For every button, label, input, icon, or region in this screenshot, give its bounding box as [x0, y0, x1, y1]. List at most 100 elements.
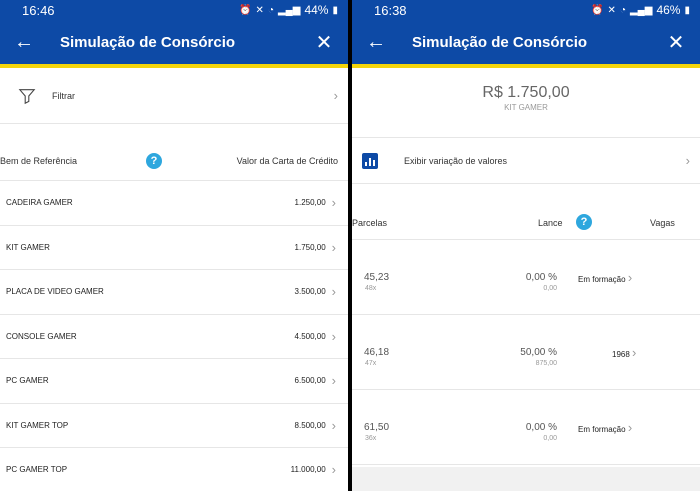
battery-icon: ▮: [332, 4, 338, 16]
item-value: 8.500,00: [294, 420, 326, 430]
status-time: 16:46: [22, 2, 55, 18]
column-header-lance: Lance: [538, 218, 563, 228]
status-icons: ⏰ ✕ ◔ ▂▄▆ 44% ▮: [239, 3, 338, 17]
item-name: CONSOLE GAMER: [6, 331, 77, 341]
signal-icon: ▂▄▆: [277, 4, 301, 16]
table-row[interactable]: 61,50 36x 0,00 % 0,00 Em formação ›: [352, 390, 700, 465]
column-header-reference: Bem de Referência: [0, 156, 78, 166]
chevron-right-icon: ›: [331, 373, 336, 389]
chevron-right-icon: ›: [331, 328, 336, 344]
chevron-right-icon: ›: [627, 270, 633, 285]
chevron-right-icon: ›: [331, 284, 336, 300]
installment-list: 45,23 48x 0,00 % 0,00 Em formação › 46,1…: [352, 240, 700, 465]
funnel-icon: [18, 88, 36, 104]
list-item[interactable]: KIT GAMER TOP 8.500,00 ›: [0, 404, 348, 448]
bid-value: 875,00: [535, 360, 557, 367]
list-item[interactable]: CONSOLE GAMER 4.500,00 ›: [0, 315, 348, 359]
bid-percent: 50,00 %: [520, 347, 557, 358]
signal-icon: ▂▄▆: [629, 4, 653, 16]
bid-value: 0,00: [543, 285, 557, 292]
column-header-credit-value: Valor da Carta de Crédito: [236, 156, 338, 166]
chevron-right-icon: ›: [331, 417, 336, 433]
page-title: Simulação de Consórcio: [412, 33, 588, 51]
table-header: Parcelas Lance ? Vagas: [352, 184, 700, 240]
close-icon[interactable]: ✕: [300, 30, 348, 55]
column-header-vagas: Vagas: [650, 218, 675, 228]
vagas-status: Em formação ›: [578, 270, 633, 285]
show-variation-button[interactable]: Exibir variação de valores ›: [352, 138, 700, 184]
item-value: 1.750,00: [294, 242, 326, 252]
mute-icon: ✕: [607, 4, 616, 16]
battery-icon: ▮: [684, 4, 690, 16]
wifi-icon: ◔: [619, 4, 626, 16]
price-value: R$ 1.750,00: [482, 84, 570, 101]
installment-count: 48x: [365, 285, 377, 292]
chevron-right-icon: ›: [331, 195, 336, 211]
product-list: CADEIRA GAMER 1.250,00 › KIT GAMER 1.750…: [0, 181, 348, 491]
item-name: KIT GAMER TOP: [6, 420, 69, 430]
wifi-icon: ◔: [267, 4, 274, 16]
list-item[interactable]: CADEIRA GAMER 1.250,00 ›: [0, 181, 348, 226]
filter-button[interactable]: Filtrar ›: [0, 68, 348, 124]
list-item[interactable]: KIT GAMER 1.750,00 ›: [0, 226, 348, 270]
installment-count: 47x: [365, 360, 377, 367]
app-bar: ← Simulação de Consórcio ✕: [0, 20, 348, 68]
installment-amount: 45,23: [364, 272, 390, 283]
vagas-status: Em formação ›: [578, 420, 633, 435]
item-value: 11.000,00: [290, 465, 326, 475]
bar-chart-icon: [362, 152, 378, 169]
vagas-status: 1968 ›: [612, 345, 637, 360]
help-icon[interactable]: ?: [146, 153, 162, 169]
mute-icon: ✕: [255, 4, 264, 16]
table-header: Bem de Referência ? Valor da Carta de Cr…: [0, 124, 348, 181]
item-name: PLACA DE VIDEO GAMER: [6, 287, 104, 297]
table-row[interactable]: 46,18 47x 50,00 % 875,00 1968 ›: [352, 315, 700, 390]
app-bar: ← Simulação de Consórcio ✕: [352, 20, 700, 68]
chevron-right-icon: ›: [331, 239, 336, 255]
item-value: 1.250,00: [294, 198, 326, 208]
alarm-icon: ⏰: [239, 4, 252, 16]
table-row[interactable]: 45,23 48x 0,00 % 0,00 Em formação ›: [352, 240, 700, 315]
status-bar: 16:46 ⏰ ✕ ◔ ▂▄▆ 44% ▮: [0, 0, 348, 20]
installment-amount: 61,50: [364, 422, 390, 433]
installment-amount: 46,18: [364, 347, 390, 358]
price-summary: R$ 1.750,00 KIT GAMER: [352, 68, 700, 138]
chevron-right-icon: ›: [627, 420, 633, 435]
item-name: CADEIRA GAMER: [6, 198, 73, 208]
chevron-right-icon: ›: [333, 88, 338, 103]
bid-value: 0,00: [543, 435, 557, 442]
item-value: 6.500,00: [294, 376, 326, 386]
battery-percent: 46%: [656, 3, 681, 17]
bid-percent: 0,00 %: [525, 272, 557, 283]
status-icons: ⏰ ✕ ◔ ▂▄▆ 46% ▮: [591, 3, 690, 17]
right-screen: 16:38 ⏰ ✕ ◔ ▂▄▆ 46% ▮ ← Simulação de Con…: [352, 0, 700, 491]
item-name: PC GAMER: [6, 376, 49, 386]
page-title: Simulação de Consórcio: [60, 33, 236, 51]
battery-percent: 44%: [304, 3, 329, 17]
item-value: 4.500,00: [294, 331, 326, 341]
back-arrow-icon[interactable]: ←: [352, 31, 400, 54]
column-header-parcelas: Parcelas: [352, 218, 388, 228]
list-item[interactable]: PC GAMER TOP 11.000,00 ›: [0, 448, 348, 491]
item-name: PC GAMER TOP: [6, 465, 68, 475]
bottom-panel: [352, 467, 700, 491]
close-icon[interactable]: ✕: [652, 30, 700, 55]
chevron-right-icon: ›: [685, 153, 690, 168]
bid-percent: 0,00 %: [525, 422, 557, 433]
chevron-right-icon: ›: [331, 462, 336, 478]
status-bar: 16:38 ⏰ ✕ ◔ ▂▄▆ 46% ▮: [352, 0, 700, 20]
status-time: 16:38: [374, 2, 407, 18]
alarm-icon: ⏰: [591, 4, 604, 16]
installment-count: 36x: [365, 435, 377, 442]
filter-label: Filtrar: [52, 90, 75, 101]
left-screen: 16:46 ⏰ ✕ ◔ ▂▄▆ 44% ▮ ← Simulação de Con…: [0, 0, 348, 491]
product-name: KIT GAMER: [504, 103, 548, 112]
chevron-right-icon: ›: [632, 345, 637, 360]
back-arrow-icon[interactable]: ←: [0, 31, 48, 54]
list-item[interactable]: PC GAMER 6.500,00 ›: [0, 359, 348, 404]
variation-label: Exibir variação de valores: [404, 155, 508, 166]
list-item[interactable]: PLACA DE VIDEO GAMER 3.500,00 ›: [0, 270, 348, 315]
item-name: KIT GAMER: [6, 242, 50, 252]
item-value: 3.500,00: [294, 287, 326, 297]
help-icon[interactable]: ?: [576, 214, 592, 230]
